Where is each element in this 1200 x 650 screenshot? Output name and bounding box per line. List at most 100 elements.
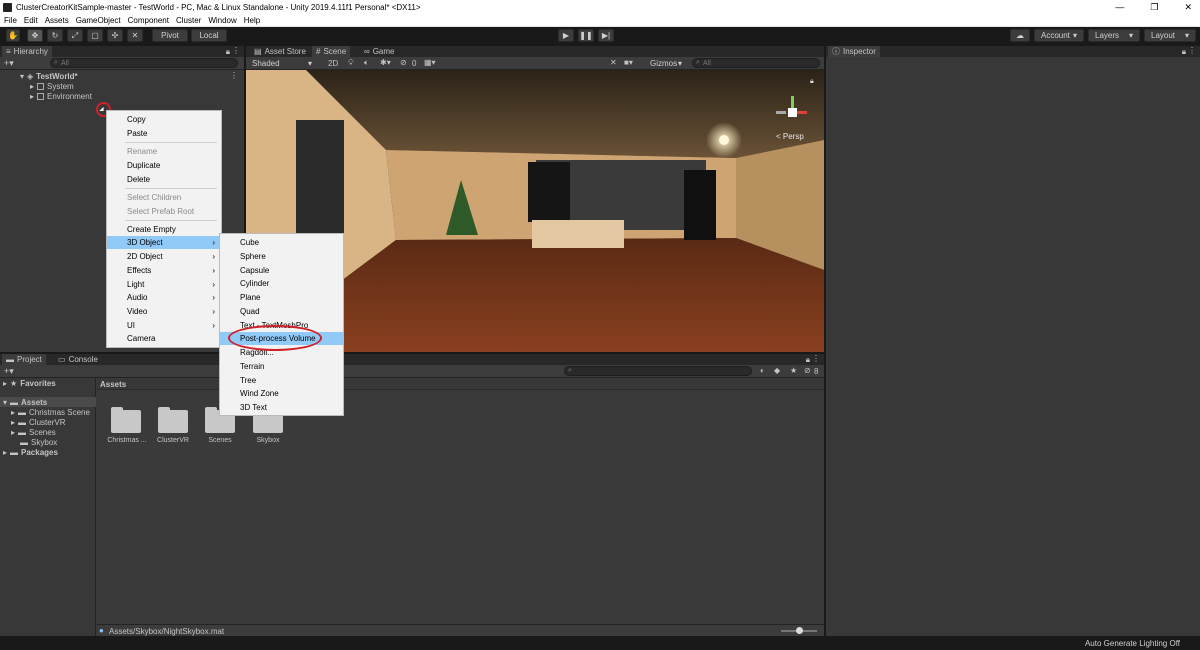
rotate-tool-icon[interactable]: ↻	[47, 29, 63, 42]
projection-label[interactable]: < Persp	[776, 132, 804, 141]
folder-row-christmas-scene[interactable]: ▸ ▬ Christmas Scene	[11, 407, 90, 417]
grid-toggle-icon[interactable]: ▦▾	[424, 58, 436, 67]
close-icon[interactable]: ✕	[1184, 0, 1192, 14]
label-icon[interactable]: ◆	[774, 366, 780, 375]
hierarchy-item-environment[interactable]: ▸ Environment	[30, 91, 92, 101]
mode-2d-toggle[interactable]: 2D	[328, 59, 338, 68]
tab-asset-store[interactable]: ▤ Asset Store	[250, 46, 310, 57]
shading-mode-dropdown[interactable]: Shaded ▾	[246, 57, 318, 69]
scene-row[interactable]: ▾ ◈ TestWorld*	[20, 71, 78, 81]
account-dropdown[interactable]: Account ▾	[1034, 29, 1084, 42]
lock-icon[interactable]: 🔒︎	[1182, 47, 1186, 57]
step-icon[interactable]: ▶|	[598, 29, 614, 42]
more-icon[interactable]: ⋮	[232, 46, 240, 55]
folder-row-skybox[interactable]: ▬ Skybox	[11, 437, 57, 447]
submenu-item-plane[interactable]: Plane	[220, 291, 343, 304]
move-tool-icon[interactable]: ✥	[27, 29, 43, 42]
star-icon[interactable]: ★	[790, 366, 797, 375]
menu-help[interactable]: Help	[244, 16, 260, 25]
rect-tool-icon[interactable]: ▢	[87, 29, 103, 42]
more-icon[interactable]: ⋮	[812, 354, 820, 363]
menu-item-paste[interactable]: Paste	[107, 127, 221, 140]
local-toggle-button[interactable]: Local	[191, 29, 227, 42]
hidden-packages-icon[interactable]: ⊘	[804, 366, 811, 375]
lock-icon[interactable]: 🔒︎	[810, 78, 814, 86]
menu-item-camera[interactable]: Camera	[107, 332, 221, 345]
menu-item-effects[interactable]: Effects ›	[107, 264, 221, 277]
grid-folder-clustervr[interactable]	[158, 407, 188, 433]
tools-icon[interactable]: ✕	[610, 58, 617, 67]
menu-edit[interactable]: Edit	[24, 16, 38, 25]
assets-root-row[interactable]: ▾ ▬ Assets	[3, 397, 47, 407]
pause-icon[interactable]: ❚❚	[578, 29, 594, 42]
menu-item-duplicate[interactable]: Duplicate	[107, 159, 221, 172]
folder-row-scenes[interactable]: ▸ ▬ Scenes	[11, 427, 56, 437]
play-icon[interactable]: ▶	[558, 29, 574, 42]
submenu-item-quad[interactable]: Quad	[220, 305, 343, 318]
submenu-item-cube[interactable]: Cube	[220, 236, 343, 249]
menu-assets[interactable]: Assets	[45, 16, 69, 25]
submenu-item-wind-zone[interactable]: Wind Zone	[220, 387, 343, 400]
tab-inspector[interactable]: ⓘ Inspector	[828, 46, 880, 57]
menu-item-light[interactable]: Light ›	[107, 278, 221, 291]
menu-item-create-empty[interactable]: Create Empty	[107, 223, 221, 236]
submenu-item-capsule[interactable]: Capsule	[220, 264, 343, 277]
menu-file[interactable]: File	[4, 16, 17, 25]
hand-tool-icon[interactable]: ✋	[6, 29, 20, 42]
maximize-icon[interactable]: ❐	[1150, 0, 1158, 14]
menu-gameobject[interactable]: GameObject	[76, 16, 121, 25]
layout-dropdown[interactable]: Layout ▾	[1144, 29, 1196, 42]
folder-row-clustervr[interactable]: ▸ ▬ ClusterVR	[11, 417, 65, 427]
minimize-icon[interactable]: —	[1115, 0, 1124, 14]
menu-item-2d-object[interactable]: 2D Object ›	[107, 250, 221, 263]
tab-hierarchy[interactable]: ≡ Hierarchy	[2, 46, 52, 57]
tab-project[interactable]: ▬ Project	[2, 354, 46, 365]
layers-dropdown[interactable]: Layers ▾	[1088, 29, 1140, 42]
scale-tool-icon[interactable]: ⤢	[67, 29, 83, 42]
search-by-type-icon[interactable]: ◐	[760, 366, 765, 375]
transform-tool-icon[interactable]: ✣	[107, 29, 123, 42]
menu-item-audio[interactable]: Audio ›	[107, 291, 221, 304]
menu-item-delete[interactable]: Delete	[107, 173, 221, 186]
menu-window[interactable]: Window	[208, 16, 236, 25]
lock-icon[interactable]: 🔒︎	[806, 355, 810, 365]
cloud-icon[interactable]: ☁	[1010, 29, 1030, 42]
tab-game[interactable]: ∞ Game	[360, 46, 399, 57]
tab-console[interactable]: ▭ Console	[54, 354, 102, 365]
more-icon[interactable]: ⋮	[1188, 46, 1196, 55]
menu-item-video[interactable]: Video ›	[107, 305, 221, 318]
scene-more-icon[interactable]: ⋮	[230, 71, 238, 80]
audio-toggle-icon[interactable]: 🔈︎	[364, 58, 369, 68]
submenu-item-sphere[interactable]: Sphere	[220, 250, 343, 263]
favorites-row[interactable]: ▸ ★ Favorites	[3, 378, 56, 388]
lighting-toggle-icon[interactable]: 💡︎	[348, 58, 354, 68]
menu-item-3d-object[interactable]: 3D Object ›	[107, 236, 221, 249]
zoom-slider-thumb[interactable]	[796, 627, 803, 634]
hierarchy-search-input[interactable]: ⌕ All	[50, 58, 238, 68]
submenu-item-3d-text[interactable]: 3D Text	[220, 401, 343, 414]
create-plus-icon[interactable]: +▾	[4, 366, 14, 377]
lock-icon[interactable]: 🔒︎	[226, 47, 230, 57]
hierarchy-item-system[interactable]: ▸ System	[30, 81, 74, 91]
gizmos-dropdown[interactable]: Gizmos ▾	[644, 57, 688, 69]
submenu-item-tree[interactable]: Tree	[220, 374, 343, 387]
grid-folder-christmas-scene[interactable]	[111, 407, 141, 433]
chevron-down-icon: ▾	[1184, 31, 1189, 40]
packages-row[interactable]: ▸ ▬ Packages	[3, 447, 58, 457]
submenu-item-cylinder[interactable]: Cylinder	[220, 277, 343, 290]
menu-item-ui[interactable]: UI ›	[107, 319, 221, 332]
visibility-icon[interactable]: ⊘	[400, 58, 407, 67]
custom-tool-icon[interactable]: ✕	[127, 29, 143, 42]
effects-dropdown-icon[interactable]: ✱▾	[380, 58, 391, 67]
tab-scene[interactable]: # Scene	[312, 46, 351, 57]
scene-search-input[interactable]: ⌕ All	[692, 58, 820, 68]
menu-cluster[interactable]: Cluster	[176, 16, 201, 25]
camera-icon[interactable]: ■▾	[624, 58, 633, 67]
menu-component[interactable]: Component	[128, 16, 169, 25]
menu-item-copy[interactable]: Copy	[107, 113, 221, 126]
pivot-toggle-button[interactable]: Pivot	[152, 29, 188, 42]
project-search-input[interactable]: ⌕	[564, 366, 752, 376]
submenu-item-terrain[interactable]: Terrain	[220, 360, 343, 373]
create-plus-icon[interactable]: +▾	[4, 58, 14, 69]
orientation-gizmo[interactable]	[772, 94, 812, 134]
